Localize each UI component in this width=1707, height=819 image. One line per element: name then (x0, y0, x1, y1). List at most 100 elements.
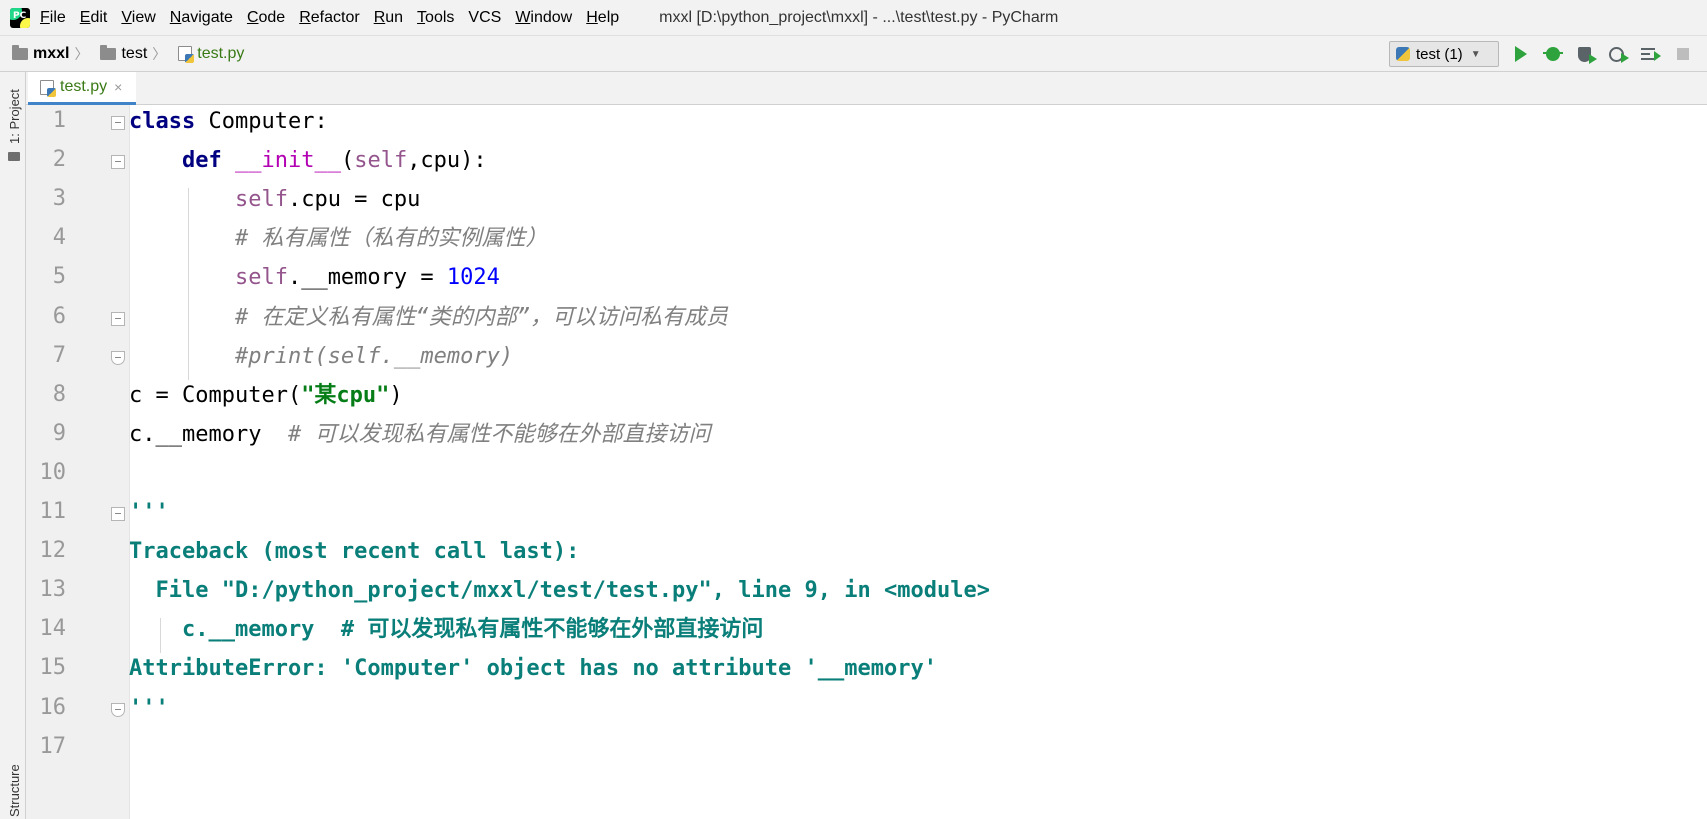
tab-test-py[interactable]: test.py × (28, 72, 136, 105)
line-number: 10 (39, 459, 67, 485)
code-line[interactable]: c.__memory # 可以发现私有属性不能够在外部直接访问 (129, 421, 710, 449)
concurrency-icon (1641, 48, 1661, 61)
line-number: 7 (52, 342, 66, 368)
code-token: ''' (129, 695, 169, 721)
code-token: 1024 (446, 265, 500, 291)
editor-tab-bar: test.py × (26, 72, 1707, 105)
code-line[interactable]: #print(self.__memory) (129, 343, 513, 371)
code-line[interactable]: AttributeError: 'Computer' object has no… (129, 655, 937, 683)
code-token: .cpu = cpu (287, 187, 421, 213)
code-line[interactable]: c = Computer("某cpu") (129, 382, 403, 410)
menu-item-edit[interactable]: Edit (80, 9, 108, 27)
menu-item-code[interactable]: Code (247, 9, 285, 27)
code-line[interactable]: ''' (129, 695, 169, 723)
project-folder-icon (8, 152, 20, 161)
line-number: 1 (52, 108, 66, 133)
project-tool-window-button[interactable]: 1: Project (7, 89, 22, 144)
menu-label: iew (131, 8, 156, 26)
menu-label: elp (597, 8, 620, 26)
menu-mnemonic: V (121, 8, 132, 26)
profile-button[interactable] (1606, 44, 1629, 64)
breadcrumb-separator: 〉 (152, 45, 167, 62)
line-number: 15 (39, 655, 67, 681)
fold-marker-icon[interactable] (111, 702, 125, 717)
line-number: 13 (39, 577, 67, 603)
menu-mnemonic: N (169, 8, 182, 26)
stop-button[interactable] (1673, 44, 1693, 64)
folder-icon (100, 44, 117, 60)
run-with-coverage-button[interactable] (1574, 44, 1597, 64)
menu-item-refactor[interactable]: Refactor (299, 9, 359, 27)
menu-label: indow (530, 8, 573, 26)
debug-button[interactable] (1543, 44, 1563, 64)
menu-items: File Edit View Navigate Code Refactor Run Tools… (40, 9, 633, 27)
code-token: # 在定义私有属性“类的内部”，可以访问私有成员 (234, 304, 728, 330)
code-line[interactable]: c.__memory # 可以发现私有属性不能够在外部直接访问 (129, 616, 763, 644)
menu-item-vcs[interactable]: VCS (468, 9, 501, 27)
menu-item-file[interactable]: File (40, 9, 66, 27)
menu-item-window[interactable]: Window (515, 9, 572, 27)
code-token: c = Computer( (129, 382, 302, 408)
run-button[interactable] (1511, 44, 1531, 64)
breadcrumb-project[interactable]: mxxl 〉 (0, 44, 88, 64)
concurrency-diagram-button[interactable] (1638, 44, 1661, 64)
fold-marker-icon[interactable] (111, 311, 125, 326)
code-line[interactable]: # 在定义私有属性“类的内部”，可以访问私有成员 (129, 304, 728, 332)
menu-item-help[interactable]: Help (586, 9, 619, 27)
code-line[interactable]: self.cpu = cpu (129, 186, 420, 214)
line-number: 8 (52, 381, 66, 407)
code-token: ,cpu): (407, 148, 487, 174)
fold-marker-icon[interactable] (111, 507, 125, 521)
menu-mnemonic: W (515, 8, 531, 26)
menu-label: dit (90, 8, 108, 26)
menu-item-view[interactable]: View (121, 9, 155, 27)
line-number: 5 (52, 264, 66, 290)
code-token: # 可以发现私有属性不能够在外部直接访问 (287, 421, 711, 447)
python-file-icon (178, 46, 195, 63)
menu-label: ools (425, 8, 455, 26)
menu-label: ode (258, 8, 286, 26)
menu-item-navigate[interactable]: Navigate (170, 9, 233, 27)
code-token: self (234, 265, 288, 291)
close-tab-icon[interactable]: × (114, 79, 122, 95)
code-line[interactable]: # 私有属性（私有的实例属性） (129, 225, 548, 253)
coverage-icon (1577, 46, 1597, 64)
line-number: 3 (52, 186, 66, 212)
breadcrumb-folder[interactable]: test 〉 (88, 44, 166, 64)
code-token: # 私有属性（私有的实例属性） (234, 226, 548, 252)
code-token: File "D:/python_project/mxxl/test/test.p… (129, 578, 990, 604)
code-token: def (181, 148, 222, 174)
code-editor[interactable]: 1 2 3 4 5 6 7 8 9 10 11 12 13 14 15 16 17 class Computer… (26, 105, 1707, 819)
code-token: Traceback (most recent call last): (129, 539, 580, 565)
menu-item-run[interactable]: Run (374, 9, 403, 27)
code-token: c.__memory # 可以发现私有属性不能够在外部直接访问 (129, 617, 764, 643)
fold-marker-icon[interactable] (111, 155, 125, 170)
bug-icon (1543, 47, 1563, 61)
python-icon (1396, 47, 1410, 61)
line-number: 4 (52, 225, 66, 251)
line-number: 12 (39, 538, 67, 564)
code-line[interactable]: ''' (129, 499, 169, 527)
menu-bar: PC File Edit View Navigate Code Refactor Run To… (0, 0, 1707, 35)
menu-label: avigate (181, 8, 233, 26)
code-token: __init__ (234, 148, 341, 174)
code-line[interactable]: Traceback (most recent call last): (129, 538, 579, 566)
run-configuration-dropdown[interactable]: test (1) ▼ (1389, 41, 1499, 67)
editor-gutter: 1 2 3 4 5 6 7 8 9 10 11 12 13 14 15 16 17 (26, 105, 130, 819)
fold-marker-icon[interactable] (111, 350, 125, 365)
code-line[interactable]: File "D:/python_project/mxxl/test/test.p… (129, 577, 990, 605)
breadcrumb-separator: 〉 (74, 45, 89, 62)
line-number: 17 (39, 733, 67, 759)
breadcrumb-file[interactable]: test.py (166, 45, 244, 63)
code-line[interactable]: def __init__(self,cpu): (129, 147, 487, 175)
structure-tool-window-button[interactable]: Structure (7, 764, 22, 817)
fold-marker-icon[interactable] (111, 116, 125, 130)
code-line[interactable]: self.__memory = 1024 (129, 264, 500, 292)
menu-mnemonic: F (40, 8, 50, 26)
line-number: 14 (39, 616, 67, 642)
code-token: self (354, 148, 408, 174)
code-line[interactable]: class Computer: (129, 108, 328, 136)
code-token: #print(self.__memory) (234, 343, 514, 369)
menu-item-tools[interactable]: Tools (417, 9, 454, 27)
